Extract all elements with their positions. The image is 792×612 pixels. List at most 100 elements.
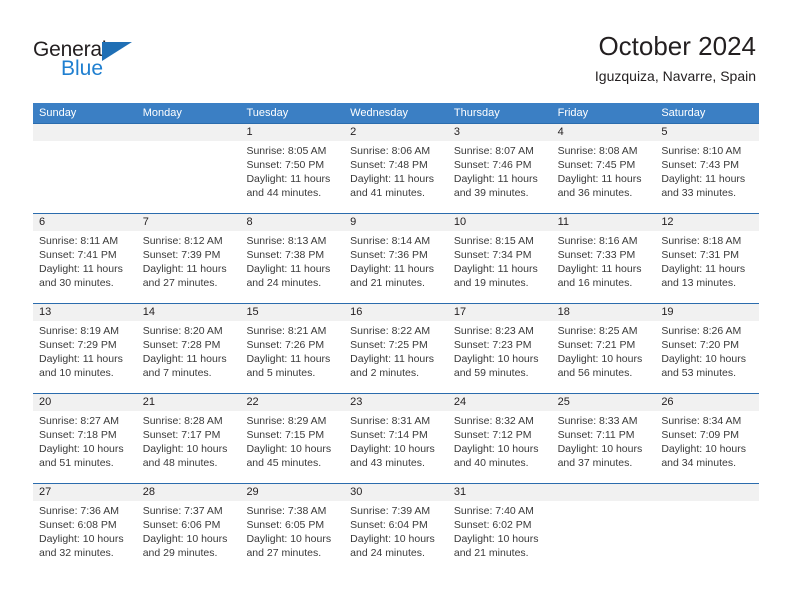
day-number: 9 — [350, 216, 357, 228]
daylight-text-line1: Daylight: 11 hours — [246, 353, 331, 365]
daylight-text-line1: Daylight: 10 hours — [246, 443, 332, 455]
day-cell[interactable]: Sunrise: 8:27 AM Sunset: 7:18 PM Dayligh… — [33, 411, 137, 483]
calendar-week-row: 1 2 3 4 5 Sunrise: 8:05 AM Sunset: 7:50 … — [33, 123, 759, 213]
calendar-week-row: 20 21 22 23 24 25 26 Sunrise: 8:27 AM Su… — [33, 393, 759, 483]
sunset-text: Sunset: 7:25 PM — [350, 339, 428, 351]
day-cell[interactable]: Sunrise: 7:37 AM Sunset: 6:06 PM Dayligh… — [137, 501, 241, 573]
day-cell[interactable]: Sunrise: 8:21 AM Sunset: 7:26 PM Dayligh… — [240, 321, 344, 393]
day-cell[interactable]: Sunrise: 8:34 AM Sunset: 7:09 PM Dayligh… — [655, 411, 759, 483]
day-cell[interactable] — [655, 501, 759, 573]
sunrise-text: Sunrise: 8:14 AM — [350, 235, 431, 247]
day-cell[interactable] — [33, 141, 137, 213]
week-day-bodies: Sunrise: 8:27 AM Sunset: 7:18 PM Dayligh… — [33, 411, 759, 483]
calendar-page: General Blue October 2024 Iguzquiza, Nav… — [0, 0, 792, 612]
sunrise-text: Sunrise: 8:20 AM — [142, 325, 223, 337]
title-block: October 2024 Iguzquiza, Navarre, Spain — [595, 31, 756, 85]
day-cell[interactable]: Sunrise: 8:11 AM Sunset: 7:41 PM Dayligh… — [33, 231, 137, 303]
day-number: 29 — [246, 486, 259, 498]
day-cell[interactable]: Sunrise: 8:32 AM Sunset: 7:12 PM Dayligh… — [448, 411, 552, 483]
day-cell[interactable]: Sunrise: 8:08 AM Sunset: 7:45 PM Dayligh… — [552, 141, 656, 213]
daylight-text-line1: Daylight: 10 hours — [557, 353, 643, 365]
weekday-header-thursday: Thursday — [453, 107, 500, 119]
daylight-text-line1: Daylight: 11 hours — [661, 173, 746, 185]
sunset-text: Sunset: 7:34 PM — [453, 249, 532, 261]
day-cell[interactable]: Sunrise: 8:28 AM Sunset: 7:17 PM Dayligh… — [137, 411, 241, 483]
day-cell[interactable]: Sunrise: 8:16 AM Sunset: 7:33 PM Dayligh… — [552, 231, 656, 303]
sunset-text: Sunset: 7:14 PM — [350, 429, 428, 441]
daylight-text-line1: Daylight: 11 hours — [350, 263, 435, 275]
day-cell[interactable]: Sunrise: 8:19 AM Sunset: 7:29 PM Dayligh… — [33, 321, 137, 393]
weekday-header-row: Sunday Monday Tuesday Wednesday Thursday… — [33, 103, 759, 123]
day-cell[interactable]: Sunrise: 8:31 AM Sunset: 7:14 PM Dayligh… — [344, 411, 448, 483]
sunrise-text: Sunrise: 8:12 AM — [142, 235, 223, 247]
daylight-text-line2: and 21 minutes. — [453, 547, 529, 559]
day-cell[interactable]: Sunrise: 8:05 AM Sunset: 7:50 PM Dayligh… — [240, 141, 344, 213]
daylight-text-line1: Daylight: 10 hours — [453, 533, 539, 545]
day-number: 22 — [246, 396, 259, 408]
day-number: 26 — [661, 396, 674, 408]
day-number: 18 — [557, 306, 570, 318]
day-cell[interactable]: Sunrise: 8:20 AM Sunset: 7:28 PM Dayligh… — [137, 321, 241, 393]
week-day-bodies: Sunrise: 8:19 AM Sunset: 7:29 PM Dayligh… — [33, 321, 759, 393]
day-number: 8 — [246, 216, 253, 228]
day-cell[interactable]: Sunrise: 8:18 AM Sunset: 7:31 PM Dayligh… — [655, 231, 759, 303]
daylight-text-line2: and 34 minutes. — [661, 457, 737, 469]
week-day-bodies: Sunrise: 8:05 AM Sunset: 7:50 PM Dayligh… — [33, 141, 759, 213]
day-number: 11 — [557, 216, 570, 228]
daylight-text-line1: Daylight: 11 hours — [557, 173, 642, 185]
daylight-text-line1: Daylight: 11 hours — [350, 353, 435, 365]
daylight-text-line2: and 24 minutes. — [246, 277, 322, 289]
day-cell[interactable]: Sunrise: 8:14 AM Sunset: 7:36 PM Dayligh… — [344, 231, 448, 303]
day-cell[interactable] — [552, 501, 656, 573]
daylight-text-line1: Daylight: 11 hours — [39, 263, 123, 275]
day-cell[interactable]: Sunrise: 7:36 AM Sunset: 6:08 PM Dayligh… — [33, 501, 137, 573]
day-cell[interactable]: Sunrise: 8:23 AM Sunset: 7:23 PM Dayligh… — [448, 321, 552, 393]
day-cell[interactable]: Sunrise: 8:07 AM Sunset: 7:46 PM Dayligh… — [448, 141, 552, 213]
sunset-text: Sunset: 7:31 PM — [661, 249, 739, 261]
triangle-icon — [102, 42, 132, 61]
day-cell[interactable]: Sunrise: 8:22 AM Sunset: 7:25 PM Dayligh… — [344, 321, 448, 393]
daylight-text-line1: Daylight: 11 hours — [350, 173, 435, 185]
sunrise-text: Sunrise: 8:31 AM — [350, 415, 431, 427]
day-cell[interactable]: Sunrise: 7:39 AM Sunset: 6:04 PM Dayligh… — [344, 501, 448, 573]
day-number: 13 — [39, 306, 52, 318]
day-cell[interactable]: Sunrise: 8:25 AM Sunset: 7:21 PM Dayligh… — [552, 321, 656, 393]
day-cell[interactable]: Sunrise: 8:12 AM Sunset: 7:39 PM Dayligh… — [137, 231, 241, 303]
calendar-grid: Sunday Monday Tuesday Wednesday Thursday… — [33, 103, 759, 573]
day-number: 2 — [350, 126, 357, 138]
day-number: 21 — [142, 396, 155, 408]
general-blue-logo[interactable]: General Blue — [33, 38, 183, 86]
day-cell[interactable]: Sunrise: 8:13 AM Sunset: 7:38 PM Dayligh… — [240, 231, 344, 303]
daylight-text-line2: and 16 minutes. — [557, 277, 633, 289]
weekday-header-tuesday: Tuesday — [246, 107, 289, 119]
daylight-text-line2: and 59 minutes. — [453, 367, 529, 379]
day-number: 24 — [453, 396, 467, 408]
day-cell[interactable]: Sunrise: 8:33 AM Sunset: 7:11 PM Dayligh… — [552, 411, 656, 483]
day-cell[interactable]: Sunrise: 8:10 AM Sunset: 7:43 PM Dayligh… — [655, 141, 759, 213]
sunset-text: Sunset: 7:23 PM — [453, 339, 532, 351]
sunrise-text: Sunrise: 8:25 AM — [557, 325, 638, 337]
day-cell[interactable]: Sunrise: 7:40 AM Sunset: 6:02 PM Dayligh… — [448, 501, 552, 573]
sunrise-text: Sunrise: 8:08 AM — [557, 145, 638, 157]
sunrise-text: Sunrise: 8:32 AM — [453, 415, 534, 427]
day-cell[interactable]: Sunrise: 8:06 AM Sunset: 7:48 PM Dayligh… — [344, 141, 448, 213]
day-number: 31 — [453, 486, 467, 498]
sunset-text: Sunset: 6:05 PM — [246, 519, 325, 531]
sunset-text: Sunset: 7:11 PM — [557, 429, 635, 441]
day-cell[interactable]: Sunrise: 8:26 AM Sunset: 7:20 PM Dayligh… — [655, 321, 759, 393]
sunset-text: Sunset: 6:02 PM — [453, 519, 532, 531]
sunrise-text: Sunrise: 8:21 AM — [246, 325, 327, 337]
sunset-text: Sunset: 7:26 PM — [246, 339, 325, 351]
day-cell[interactable] — [137, 141, 241, 213]
day-number: 25 — [557, 396, 570, 408]
day-cell[interactable]: Sunrise: 7:38 AM Sunset: 6:05 PM Dayligh… — [240, 501, 344, 573]
day-cell[interactable]: Sunrise: 8:15 AM Sunset: 7:34 PM Dayligh… — [448, 231, 552, 303]
week-date-numbers: 13 14 15 16 17 18 19 — [33, 304, 759, 321]
sunrise-text: Sunrise: 8:19 AM — [39, 325, 119, 337]
sunset-text: Sunset: 6:08 PM — [39, 519, 117, 531]
sunset-text: Sunset: 7:18 PM — [39, 429, 117, 441]
day-cell[interactable]: Sunrise: 8:29 AM Sunset: 7:15 PM Dayligh… — [240, 411, 344, 483]
daylight-text-line2: and 51 minutes. — [39, 457, 114, 469]
week-date-numbers: 1 2 3 4 5 — [33, 124, 759, 141]
sunrise-text: Sunrise: 8:11 AM — [39, 235, 119, 247]
